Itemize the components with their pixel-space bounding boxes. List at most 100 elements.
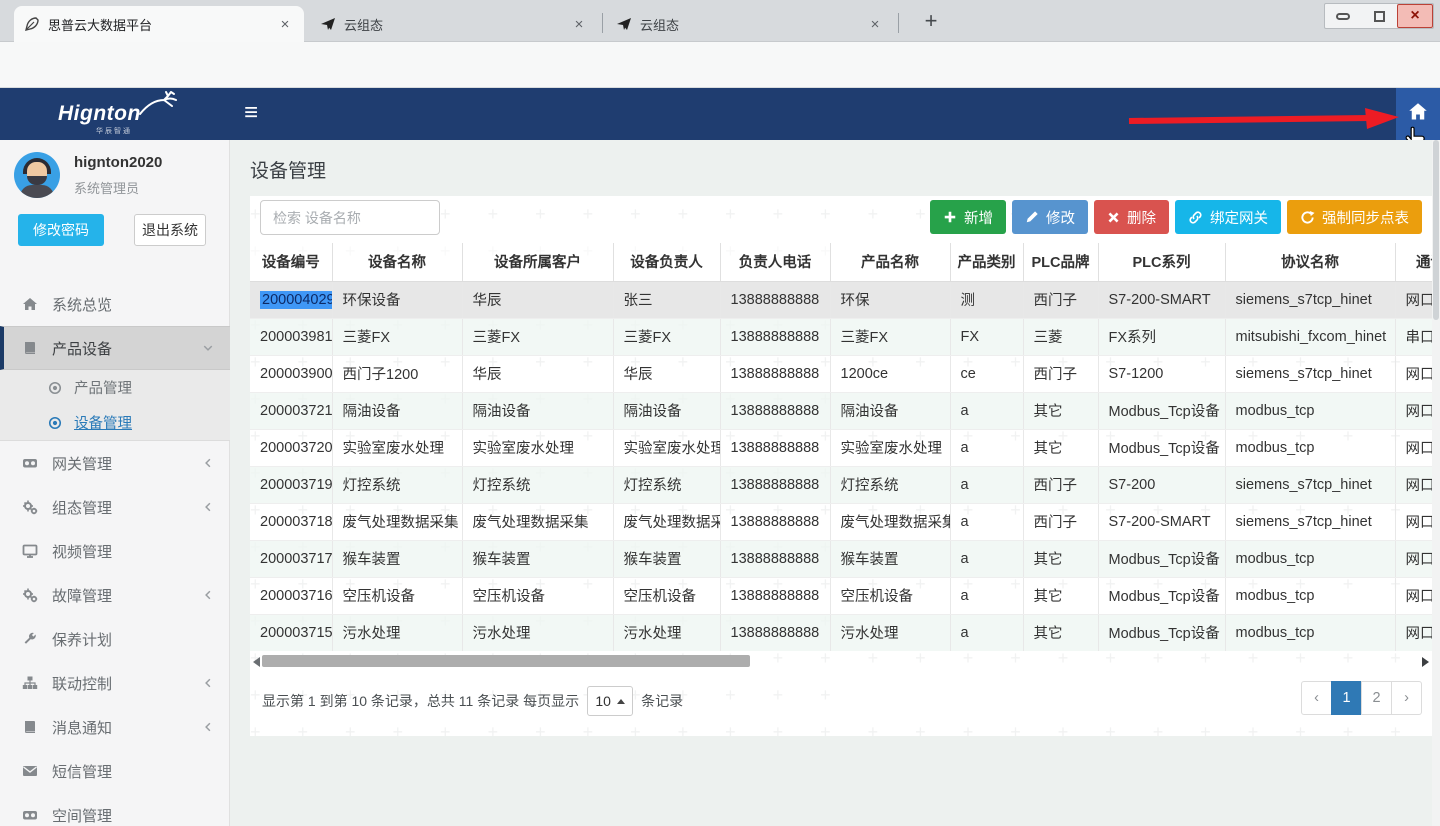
table-cell[interactable]: siemens_s7tcp_hinet: [1225, 355, 1395, 392]
table-cell[interactable]: siemens_s7tcp_hinet: [1225, 466, 1395, 503]
edit-button[interactable]: 修改: [1012, 200, 1088, 234]
table-cell[interactable]: a: [950, 614, 1023, 651]
page-size-dropdown[interactable]: 10: [587, 686, 633, 716]
table-cell[interactable]: 猴车装置: [613, 540, 720, 577]
table-cell[interactable]: 网口: [1395, 614, 1432, 651]
table-cell[interactable]: 废气处理数据采集: [332, 503, 462, 540]
table-cell[interactable]: 污水处理: [462, 614, 613, 651]
table-cell[interactable]: 其它: [1023, 429, 1098, 466]
table-cell[interactable]: 网口: [1395, 577, 1432, 614]
table-cell[interactable]: 华辰: [462, 281, 613, 318]
table-row[interactable]: 200003719灯控系统灯控系统灯控系统13888888888灯控系统a西门子…: [250, 466, 1432, 503]
column-header[interactable]: 设备名称: [332, 243, 462, 281]
table-cell[interactable]: 13888888888: [720, 355, 830, 392]
table-cell[interactable]: 13888888888: [720, 429, 830, 466]
table-cell[interactable]: S7-200-SMART: [1098, 281, 1225, 318]
column-header[interactable]: 设备所属客户: [462, 243, 613, 281]
sidebar-item[interactable]: 联动控制: [0, 661, 230, 705]
table-cell[interactable]: 网口: [1395, 540, 1432, 577]
column-header[interactable]: 产品类别: [950, 243, 1023, 281]
table-cell[interactable]: a: [950, 392, 1023, 429]
browser-tab[interactable]: 云组态×: [606, 6, 894, 42]
table-cell[interactable]: 环保设备: [332, 281, 462, 318]
table-cell[interactable]: mitsubishi_fxcom_hinet: [1225, 318, 1395, 355]
sidebar-item[interactable]: 系统总览: [0, 282, 230, 326]
table-cell[interactable]: 猴车装置: [830, 540, 950, 577]
user-avatar[interactable]: [14, 152, 60, 198]
bind-gateway-button[interactable]: 绑定网关: [1175, 200, 1281, 234]
change-password-button[interactable]: 修改密码: [18, 214, 104, 246]
table-cell[interactable]: FX系列: [1098, 318, 1225, 355]
table-cell[interactable]: 三菱: [1023, 318, 1098, 355]
table-cell[interactable]: 空压机设备: [830, 577, 950, 614]
restore-button[interactable]: [1361, 4, 1397, 28]
sidebar-item[interactable]: 产品设备: [0, 326, 230, 370]
table-cell[interactable]: FX: [950, 318, 1023, 355]
table-cell[interactable]: 三菱FX: [830, 318, 950, 355]
scrollbar-thumb[interactable]: [262, 655, 750, 667]
new-tab-button[interactable]: +: [918, 9, 944, 35]
table-cell[interactable]: 三菱FX: [332, 318, 462, 355]
table-cell[interactable]: 其它: [1023, 540, 1098, 577]
column-header[interactable]: 设备编号: [250, 243, 332, 281]
table-cell[interactable]: 西门子: [1023, 503, 1098, 540]
table-row[interactable]: 200003720实验室废水处理实验室废水处理实验室废水处理1388888888…: [250, 429, 1432, 466]
table-cell[interactable]: 污水处理: [613, 614, 720, 651]
sidebar-item[interactable]: 短信管理: [0, 749, 230, 793]
table-cell[interactable]: modbus_tcp: [1225, 429, 1395, 466]
sidebar-item[interactable]: 网关管理: [0, 441, 230, 485]
table-cell[interactable]: 废气处理数据采集: [462, 503, 613, 540]
table-row[interactable]: 200003715污水处理污水处理污水处理13888888888污水处理a其它M…: [250, 614, 1432, 651]
table-cell[interactable]: 环保: [830, 281, 950, 318]
table-cell[interactable]: 灯控系统: [830, 466, 950, 503]
table-cell[interactable]: a: [950, 466, 1023, 503]
table-cell[interactable]: siemens_s7tcp_hinet: [1225, 281, 1395, 318]
delete-button[interactable]: 删除: [1094, 200, 1169, 234]
table-cell[interactable]: 空压机设备: [332, 577, 462, 614]
table-cell[interactable]: 隔油设备: [332, 392, 462, 429]
table-cell[interactable]: 猴车装置: [462, 540, 613, 577]
tab-close-button[interactable]: ×: [276, 16, 294, 33]
table-cell[interactable]: 13888888888: [720, 318, 830, 355]
prev-page-button[interactable]: ‹: [1301, 681, 1332, 715]
table-cell[interactable]: 13888888888: [720, 466, 830, 503]
table-cell[interactable]: 其它: [1023, 392, 1098, 429]
sidebar-subitem[interactable]: 设备管理: [0, 405, 230, 440]
table-cell[interactable]: 串口: [1395, 318, 1432, 355]
table-cell[interactable]: modbus_tcp: [1225, 577, 1395, 614]
table-cell[interactable]: 空压机设备: [613, 577, 720, 614]
table-cell[interactable]: 网口: [1395, 392, 1432, 429]
browser-tab[interactable]: 云组态×: [310, 6, 598, 42]
table-cell[interactable]: 网口: [1395, 281, 1432, 318]
page-button[interactable]: 1: [1331, 681, 1362, 715]
sidebar-item[interactable]: 视频管理: [0, 529, 230, 573]
table-cell[interactable]: 污水处理: [830, 614, 950, 651]
sidebar-item[interactable]: 保养计划: [0, 617, 230, 661]
table-cell[interactable]: 废气处理数据采集: [613, 503, 720, 540]
table-cell[interactable]: 废气处理数据采集: [830, 503, 950, 540]
table-cell[interactable]: 13888888888: [720, 503, 830, 540]
table-cell[interactable]: 200003720: [250, 429, 332, 466]
table-cell[interactable]: 隔油设备: [462, 392, 613, 429]
add-button[interactable]: 新增: [930, 200, 1006, 234]
scroll-right-icon[interactable]: [1422, 657, 1429, 667]
column-header[interactable]: 产品名称: [830, 243, 950, 281]
column-header[interactable]: 协议名称: [1225, 243, 1395, 281]
table-cell[interactable]: Modbus_Tcp设备: [1098, 429, 1225, 466]
scroll-left-icon[interactable]: [253, 657, 260, 667]
table-cell[interactable]: 其它: [1023, 577, 1098, 614]
table-cell[interactable]: 200003718: [250, 503, 332, 540]
table-cell[interactable]: 污水处理: [332, 614, 462, 651]
table-cell[interactable]: 实验室废水处理: [613, 429, 720, 466]
column-header[interactable]: PLC系列: [1098, 243, 1225, 281]
sidebar-item[interactable]: 故障管理: [0, 573, 230, 617]
table-cell[interactable]: 13888888888: [720, 540, 830, 577]
table-cell[interactable]: 空压机设备: [462, 577, 613, 614]
sidebar-item[interactable]: 空间管理: [0, 793, 230, 826]
table-row[interactable]: 200003717猴车装置猴车装置猴车装置13888888888猴车装置a其它M…: [250, 540, 1432, 577]
table-cell[interactable]: 华辰: [462, 355, 613, 392]
table-cell[interactable]: 200003981: [250, 318, 332, 355]
table-cell[interactable]: 13888888888: [720, 577, 830, 614]
table-cell[interactable]: 测: [950, 281, 1023, 318]
page-scrollbar[interactable]: [1432, 140, 1440, 826]
